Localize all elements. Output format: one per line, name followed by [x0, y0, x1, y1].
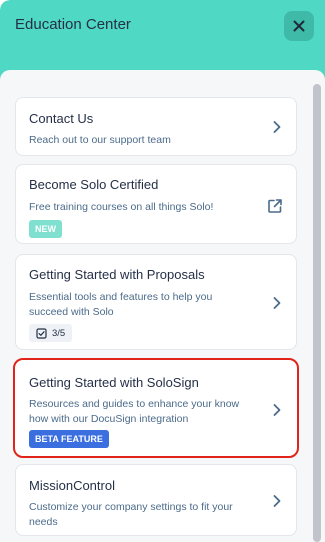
- card-description: Reach out to our support team: [29, 134, 171, 146]
- card-solo-certified[interactable]: Become Solo Certified Free training cour…: [15, 164, 297, 244]
- external-link-icon: [268, 199, 282, 213]
- card-title: Getting Started with Proposals: [29, 267, 205, 282]
- chevron-right-icon: [273, 297, 281, 309]
- card-getting-started-proposals[interactable]: Getting Started with Proposals Essential…: [15, 254, 297, 350]
- card-missioncontrol[interactable]: MissionControl Customize your company se…: [15, 464, 297, 536]
- card-title: Become Solo Certified: [29, 177, 159, 192]
- close-button[interactable]: [284, 11, 314, 41]
- card-description: Essential tools and features to help you…: [29, 291, 213, 318]
- scrollbar-thumb[interactable]: [313, 84, 321, 542]
- panel-title: Education Center: [15, 16, 131, 33]
- beta-feature-badge: BETA FEATURE: [29, 430, 109, 448]
- card-title: Contact Us: [29, 111, 94, 126]
- chevron-right-icon: [273, 404, 281, 416]
- card-description: Customize your company settings to fit y…: [29, 501, 233, 528]
- card-description: Free training courses on all things Solo…: [29, 201, 214, 213]
- card-title: Getting Started with SoloSign: [29, 375, 199, 390]
- new-badge: NEW: [29, 220, 62, 238]
- chevron-right-icon: [273, 495, 281, 507]
- progress-badge: 3/5: [29, 324, 73, 342]
- progress-text: 3/5: [52, 327, 66, 339]
- chevron-right-icon: [273, 121, 281, 133]
- checkbox-icon: [36, 327, 47, 339]
- close-icon: [293, 20, 305, 32]
- education-center-panel: Education Center Contact Us Reach out to…: [0, 0, 325, 542]
- card-title: MissionControl: [29, 478, 115, 493]
- card-contact-us[interactable]: Contact Us Reach out to our support team: [15, 97, 297, 156]
- card-getting-started-solosign[interactable]: Getting Started with SoloSign Resources …: [13, 358, 299, 458]
- card-description: Resources and guides to enhance your kno…: [29, 398, 240, 425]
